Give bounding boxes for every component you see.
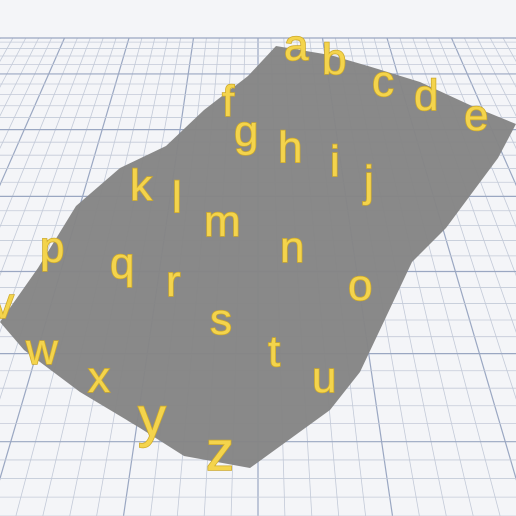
letter-s[interactable]: s	[209, 294, 233, 345]
letter-o[interactable]: o	[347, 260, 373, 311]
letter-x[interactable]: x	[87, 352, 111, 403]
letter-k[interactable]: k	[129, 160, 154, 211]
letter-m[interactable]: m	[203, 196, 241, 247]
letter-y[interactable]: y	[137, 384, 167, 449]
letter-v[interactable]: v	[0, 278, 15, 329]
letter-r[interactable]: r	[165, 256, 181, 307]
letter-b[interactable]: b	[321, 34, 347, 85]
letter-u[interactable]: u	[311, 352, 337, 403]
letter-l[interactable]: l	[171, 172, 182, 223]
letter-n[interactable]: n	[279, 222, 305, 273]
letter-c[interactable]: c	[371, 56, 395, 107]
3d-viewport[interactable]: a b c d e f g h i j k l m n o p q r s t …	[0, 0, 516, 516]
letter-q[interactable]: q	[109, 238, 135, 289]
letter-j[interactable]: j	[361, 156, 374, 207]
letter-z[interactable]: z	[205, 418, 235, 483]
letter-g[interactable]: g	[233, 106, 259, 157]
letter-a[interactable]: a	[283, 20, 310, 71]
letter-t[interactable]: t	[267, 326, 281, 377]
letter-i[interactable]: i	[329, 136, 340, 187]
letter-p[interactable]: p	[39, 222, 65, 273]
letter-e[interactable]: e	[463, 90, 489, 141]
letter-d[interactable]: d	[413, 70, 439, 121]
letter-h[interactable]: h	[277, 122, 303, 173]
letter-w[interactable]: w	[24, 324, 59, 375]
build-plate-scene[interactable]: a b c d e f g h i j k l m n o p q r s t …	[0, 0, 516, 516]
